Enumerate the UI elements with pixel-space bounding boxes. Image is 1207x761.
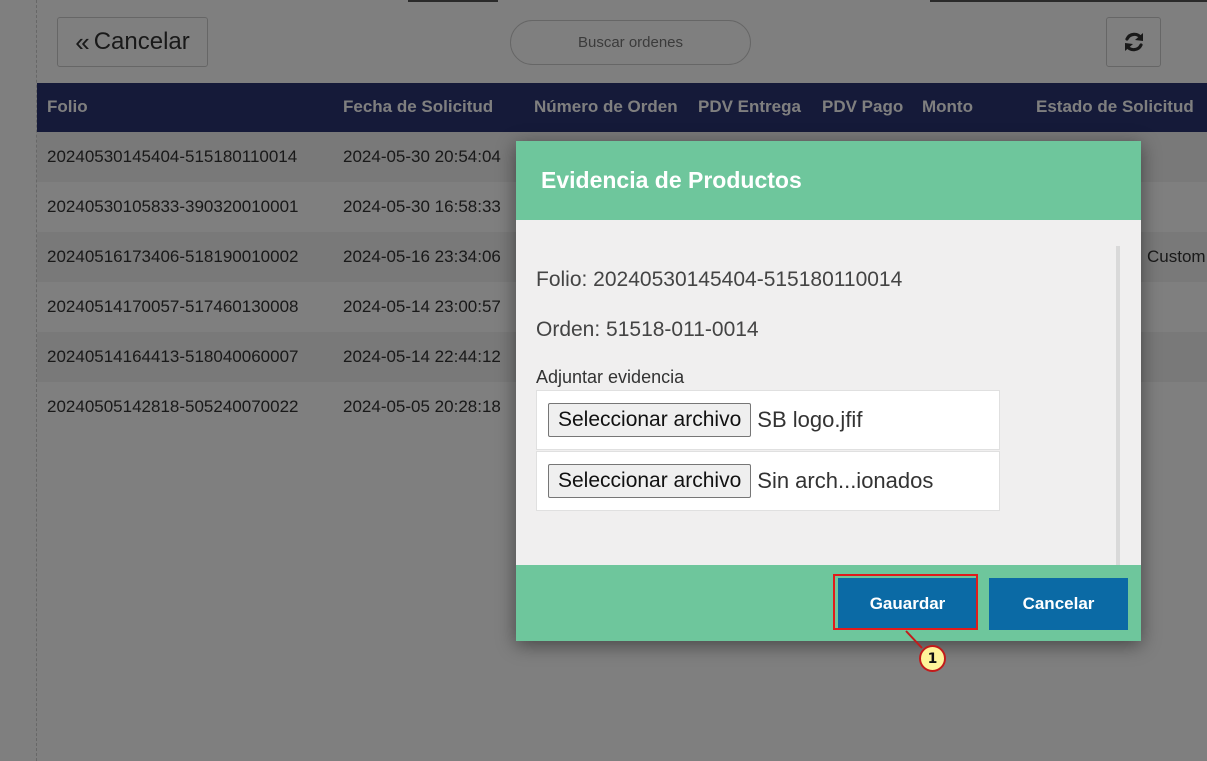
annotation-connector	[905, 630, 923, 649]
annotation-step-badge: 1	[919, 645, 946, 672]
